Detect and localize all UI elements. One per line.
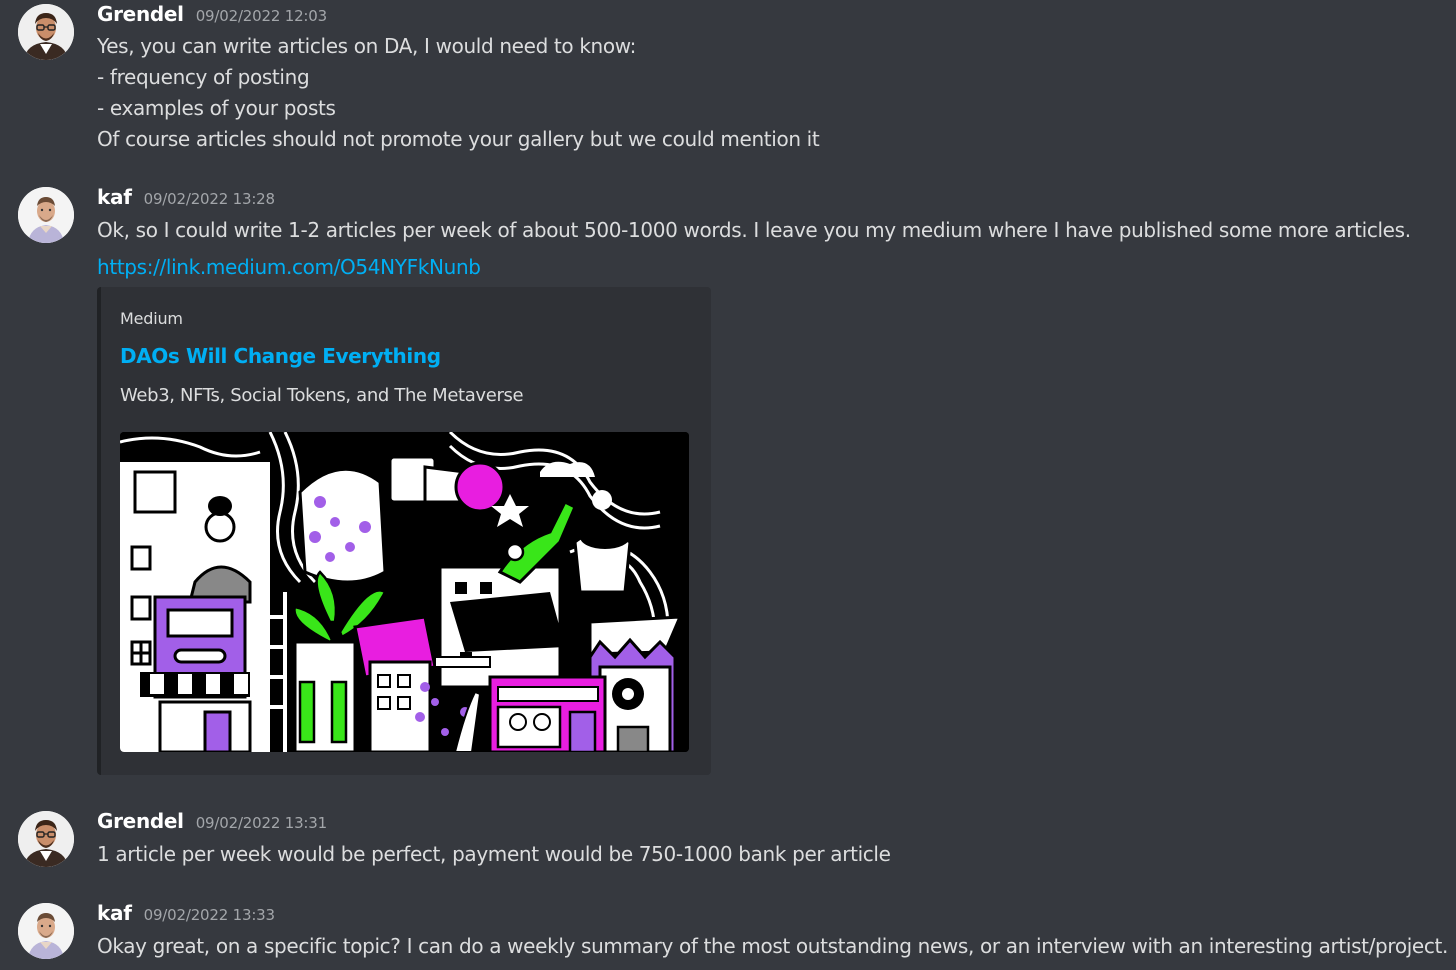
avatar-kaf[interactable] [18,903,74,959]
message-header: kaf 09/02/2022 13:33 [97,901,275,929]
message-text: Okay great, on a specific topic? I can d… [97,934,1449,958]
message-kaf-2: kaf 09/02/2022 13:33 Okay great, on a sp… [0,0,1456,970]
author-name[interactable]: kaf [97,901,132,925]
timestamp: 09/02/2022 13:33 [143,906,275,924]
chat-messages: Grendel 09/02/2022 12:03 Yes, you can wr… [0,0,1456,970]
